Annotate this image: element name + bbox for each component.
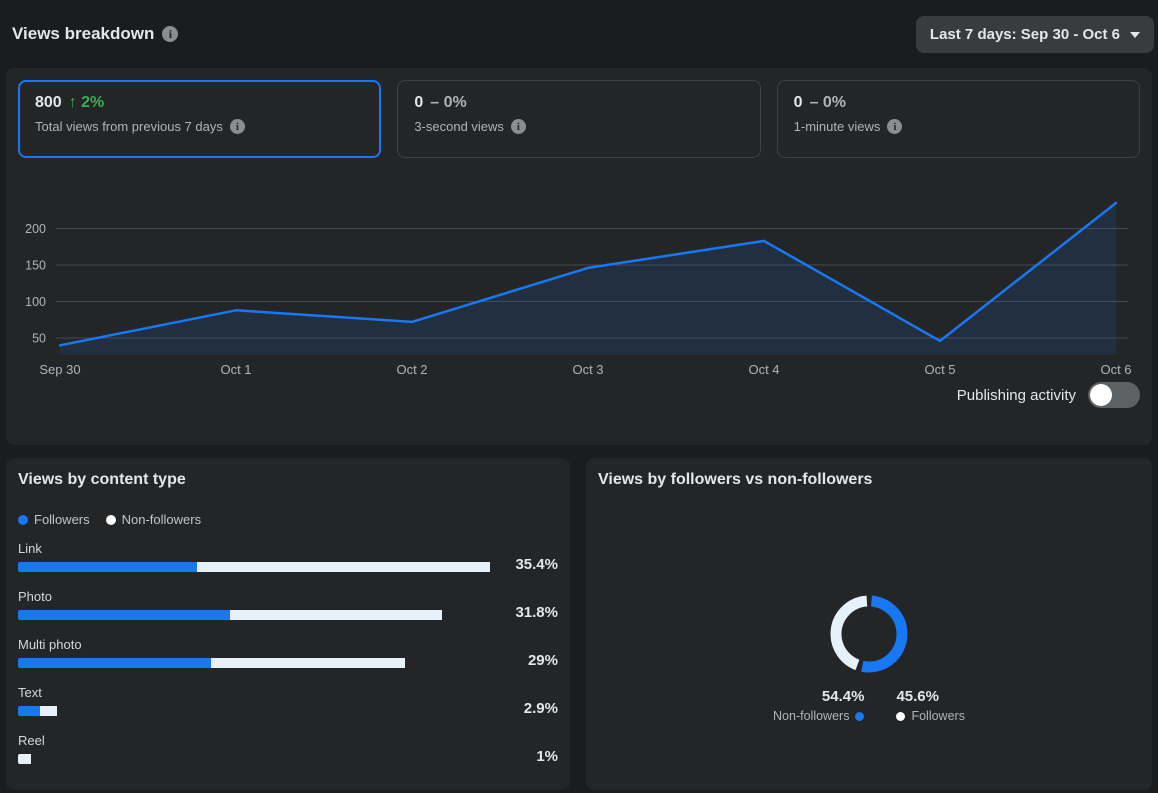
metric-cards: 800 ↑ 2% Total views from previous 7 day…	[18, 80, 1140, 158]
views-by-followers-panel: Views by followers vs non-followers 54.4…	[586, 458, 1152, 790]
content-type-label: Multi photo	[18, 637, 558, 652]
svg-text:Oct 2: Oct 2	[396, 362, 427, 377]
legend-label: Non-followers	[122, 512, 201, 527]
non-followers-dot	[106, 515, 116, 525]
content-type-bar	[18, 754, 558, 764]
panel-title: Views by content type	[18, 470, 558, 490]
svg-text:Oct 6: Oct 6	[1100, 362, 1131, 377]
non-followers-bar-segment	[211, 658, 405, 668]
content-type-bar	[18, 610, 558, 620]
info-icon[interactable]: i	[887, 119, 902, 134]
followers-bar-segment	[18, 658, 211, 668]
panel-title: Views by followers vs non-followers	[598, 470, 872, 490]
content-type-label: Reel	[18, 733, 558, 748]
content-type-rows: Link35.4%Photo31.8%Multi photo29%Text2.9…	[18, 541, 558, 781]
followers-bar-segment	[18, 610, 230, 620]
legend-label: Followers	[34, 512, 90, 527]
followers-bar-segment	[18, 706, 40, 716]
content-type-row: Link35.4%	[18, 541, 558, 589]
metric-card-1-minute-views[interactable]: 0 – 0% 1-minute views i	[777, 80, 1140, 158]
content-type-row: Reel1%	[18, 733, 558, 781]
publishing-activity-label: Publishing activity	[957, 387, 1076, 404]
publishing-activity-toggle[interactable]	[1088, 382, 1140, 408]
views-line-chart: 50 100 150 200 Sep 30 Oct 1 Oct 2 Oct 3 Oct 4 Oct…	[18, 170, 1140, 380]
svg-text:Sep 30: Sep 30	[39, 362, 80, 377]
followers-bar-segment	[18, 562, 197, 572]
svg-text:50: 50	[32, 332, 46, 346]
content-type-pct: 1%	[536, 748, 558, 765]
metric-card-3-second-views[interactable]: 0 – 0% 3-second views i	[397, 80, 760, 158]
svg-text:Oct 5: Oct 5	[924, 362, 955, 377]
metric-label: 3-second views	[414, 119, 504, 134]
date-range-dropdown[interactable]: Last 7 days: Sep 30 - Oct 6	[916, 16, 1154, 53]
followers-dot	[18, 515, 28, 525]
content-type-bar	[18, 658, 558, 668]
legend-item-non-followers: Non-followers	[106, 512, 201, 527]
non-followers-dot	[855, 712, 864, 721]
toggle-knob	[1090, 384, 1112, 406]
metric-delta: – 0%	[810, 94, 846, 112]
metric-value: 0	[794, 94, 803, 112]
non-followers-bar-segment	[40, 706, 57, 716]
metric-value: 0	[414, 94, 423, 112]
content-type-pct: 2.9%	[524, 700, 558, 717]
svg-text:100: 100	[25, 295, 46, 309]
info-icon[interactable]: i	[230, 119, 245, 134]
content-type-label: Photo	[18, 589, 558, 604]
content-type-pct: 35.4%	[515, 556, 558, 573]
content-type-row: Photo31.8%	[18, 589, 558, 637]
followers-label: Followers	[911, 709, 965, 723]
metric-label: Total views from previous 7 days	[35, 119, 223, 134]
followers-dot	[896, 712, 905, 721]
chevron-down-icon	[1130, 32, 1140, 38]
metric-card-total-views[interactable]: 800 ↑ 2% Total views from previous 7 day…	[18, 80, 381, 158]
svg-text:Oct 3: Oct 3	[572, 362, 603, 377]
header: Views breakdown i Last 7 days: Sep 30 - …	[0, 0, 1158, 68]
legend: Followers Non-followers	[18, 512, 558, 527]
followers-stat: 45.6% Followers	[896, 688, 965, 723]
content-type-row: Text2.9%	[18, 685, 558, 733]
non-followers-bar-segment	[18, 754, 31, 764]
page-title: Views breakdown	[12, 24, 154, 44]
followers-donut-chart	[824, 589, 914, 679]
non-followers-bar-segment	[197, 562, 490, 572]
non-followers-label: Non-followers	[773, 709, 849, 723]
non-followers-stat: 54.4% Non-followers	[773, 688, 864, 723]
content-type-row: Multi photo29%	[18, 637, 558, 685]
content-type-pct: 31.8%	[515, 604, 558, 621]
views-by-content-type-panel: Views by content type Followers Non-foll…	[6, 458, 570, 790]
non-followers-pct: 54.4%	[822, 688, 865, 705]
publishing-activity-row: Publishing activity	[18, 382, 1140, 408]
svg-text:200: 200	[25, 222, 46, 236]
info-icon[interactable]: i	[162, 26, 178, 42]
metric-delta: – 0%	[430, 94, 466, 112]
info-icon[interactable]: i	[511, 119, 526, 134]
donut-labels: 54.4% Non-followers 45.6% Followers	[773, 688, 965, 723]
svg-text:Oct 1: Oct 1	[220, 362, 251, 377]
date-range-label: Last 7 days: Sep 30 - Oct 6	[930, 26, 1120, 43]
svg-text:Oct 4: Oct 4	[748, 362, 779, 377]
content-type-label: Link	[18, 541, 558, 556]
non-followers-bar-segment	[230, 610, 442, 620]
views-breakdown-panel: 800 ↑ 2% Total views from previous 7 day…	[6, 68, 1152, 445]
metric-delta: ↑ 2%	[69, 94, 105, 112]
metric-label: 1-minute views	[794, 119, 881, 134]
metric-value: 800	[35, 94, 62, 112]
content-type-pct: 29%	[528, 652, 558, 669]
svg-text:150: 150	[25, 259, 46, 273]
content-type-bar	[18, 706, 558, 716]
followers-pct: 45.6%	[896, 688, 939, 705]
content-type-label: Text	[18, 685, 558, 700]
legend-item-followers: Followers	[18, 512, 90, 527]
content-type-bar	[18, 562, 558, 572]
